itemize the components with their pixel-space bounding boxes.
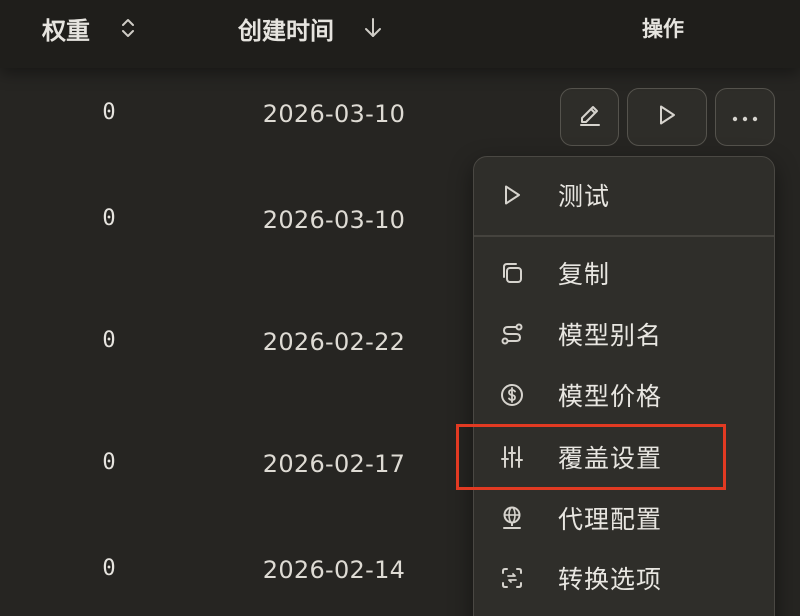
- menu-item-model-price[interactable]: 模型价格: [474, 367, 774, 423]
- menu-item-proxy-config[interactable]: 代理配置: [474, 490, 774, 546]
- play-icon: [498, 181, 526, 209]
- menu-item-copy[interactable]: 复制: [474, 245, 774, 301]
- test-button[interactable]: [627, 88, 707, 146]
- dollar-circle-icon: [498, 381, 526, 409]
- menu-item-label: 测试: [558, 182, 611, 211]
- cell-created: 2026-03-10: [262, 100, 406, 128]
- arrow-down-icon[interactable]: [362, 16, 384, 40]
- route-icon: [498, 320, 526, 348]
- more-horizontal-icon: [731, 108, 759, 127]
- cell-weight: 0: [102, 450, 116, 475]
- menu-item-label: 复制: [558, 260, 611, 289]
- cell-weight: 0: [102, 100, 116, 125]
- column-header-ops-label: 操作: [642, 17, 684, 41]
- cell-weight: 0: [102, 556, 116, 581]
- pencil-icon: [577, 102, 603, 132]
- column-header-weight[interactable]: 权重: [42, 0, 136, 56]
- copy-icon: [498, 259, 526, 287]
- menu-item-label: 代理配置: [558, 505, 663, 534]
- menu-item-label: 模型价格: [558, 382, 663, 411]
- sort-both-icon[interactable]: [120, 17, 136, 39]
- column-header-created[interactable]: 创建时间: [238, 0, 384, 56]
- column-header-ops: 操作: [642, 0, 684, 56]
- more-actions-menu: 测试 复制 模型别名 模型价格 覆盖设置 代理配置 转换选项: [473, 156, 775, 616]
- sliders-icon: [498, 443, 526, 471]
- menu-item-override-settings[interactable]: 覆盖设置: [474, 429, 774, 485]
- model-table-view: 权重 创建时间 操作 0 2026-03-10 0 2026-03-10 0 2…: [0, 0, 800, 616]
- cell-created: 2026-02-14: [262, 556, 406, 584]
- menu-item-test[interactable]: 测试: [474, 167, 774, 223]
- menu-item-label: 转换选项: [558, 565, 663, 594]
- edit-button[interactable]: [560, 88, 619, 146]
- cell-created: 2026-02-17: [262, 450, 406, 478]
- column-header-created-label: 创建时间: [238, 16, 334, 45]
- menu-divider: [474, 235, 774, 237]
- cell-created: 2026-03-10: [262, 206, 406, 234]
- cell-created: 2026-02-22: [262, 328, 406, 356]
- globe-pin-icon: [498, 504, 526, 532]
- menu-item-convert-options[interactable]: 转换选项: [474, 550, 774, 606]
- play-icon: [655, 103, 679, 131]
- cell-weight: 0: [102, 328, 116, 353]
- menu-item-label: 模型别名: [558, 321, 663, 350]
- convert-icon: [498, 564, 526, 592]
- column-header-weight-label: 权重: [42, 16, 90, 45]
- more-button[interactable]: [715, 88, 775, 146]
- menu-item-model-alias[interactable]: 模型别名: [474, 306, 774, 362]
- cell-weight: 0: [102, 206, 116, 231]
- table-header: 权重 创建时间 操作: [0, 0, 800, 68]
- menu-item-label: 覆盖设置: [558, 444, 663, 473]
